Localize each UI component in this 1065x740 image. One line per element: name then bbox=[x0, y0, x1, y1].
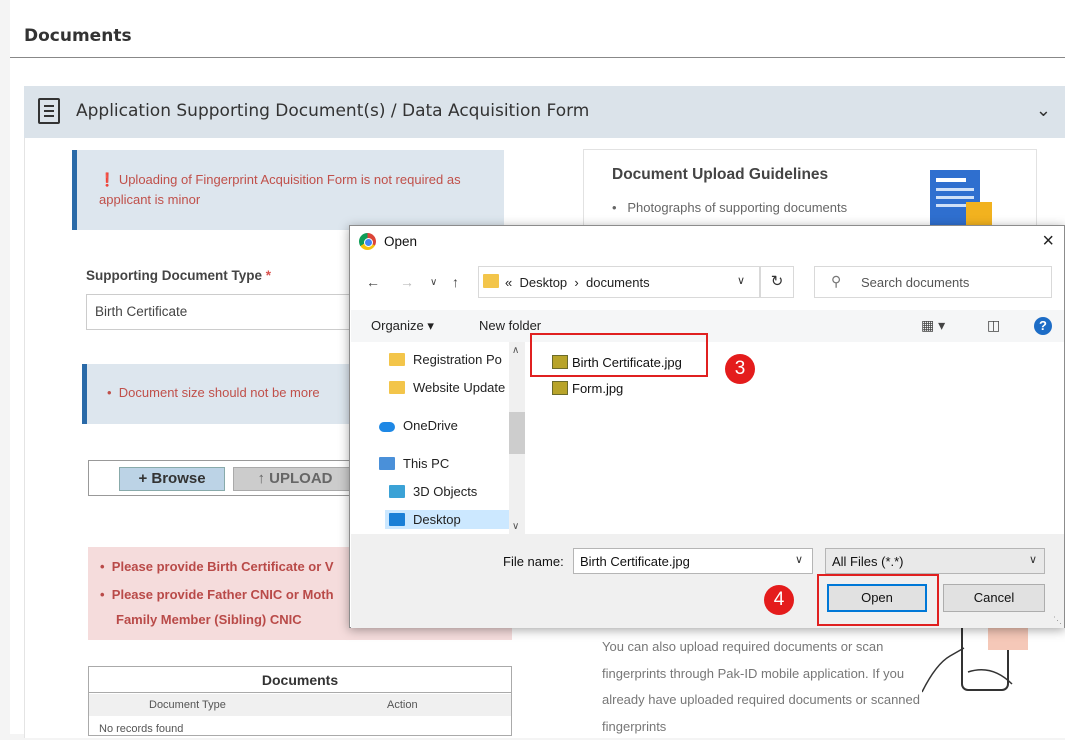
organize-menu[interactable]: Organize ▾ bbox=[371, 318, 434, 334]
search-placeholder: Search documents bbox=[861, 275, 970, 290]
address-bar[interactable]: « Desktop › documents ∨ bbox=[478, 266, 760, 298]
doc-type-select[interactable]: Birth Certificate bbox=[86, 294, 386, 330]
exclamation-icon: ❗ bbox=[99, 172, 116, 187]
dialog-footer: File name: Birth Certificate.jpg ∨ All F… bbox=[351, 534, 1064, 628]
sidebar-item-desktop[interactable]: Desktop bbox=[385, 510, 509, 529]
sidebar-item-website-update[interactable]: Website Update bbox=[389, 380, 505, 395]
page-title: Documents bbox=[24, 26, 132, 46]
info-note-text: Uploading of Fingerprint Acquisition For… bbox=[99, 172, 461, 207]
search-input[interactable]: ⚲ Search documents bbox=[814, 266, 1052, 298]
error-item: Family Member (Sibling) CNIC bbox=[116, 612, 302, 627]
dialog-title: Open bbox=[384, 234, 418, 249]
browse-button[interactable]: + Browse bbox=[119, 467, 225, 491]
guidelines-title: Document Upload Guidelines bbox=[612, 166, 829, 183]
section-header[interactable]: Application Supporting Document(s) / Dat… bbox=[24, 86, 1065, 138]
scrollbar[interactable]: ∧ ∨ bbox=[509, 342, 525, 534]
guideline-item: • Photographs of supporting documents bbox=[612, 200, 848, 215]
forward-arrow-icon[interactable]: → bbox=[400, 274, 414, 290]
recent-locations-icon[interactable]: ∨ bbox=[430, 277, 437, 288]
up-arrow-icon[interactable]: ↑ bbox=[452, 274, 459, 290]
chrome-icon bbox=[359, 233, 376, 250]
computer-icon bbox=[379, 457, 395, 470]
chevron-down-icon[interactable]: ∨ bbox=[512, 521, 519, 532]
upload-icon: ↑ bbox=[257, 470, 265, 487]
scrollbar-thumb[interactable] bbox=[509, 412, 525, 454]
refresh-icon[interactable]: ↻ bbox=[760, 266, 794, 298]
image-file-icon bbox=[552, 381, 568, 395]
new-folder-button[interactable]: New folder bbox=[479, 318, 541, 333]
close-icon[interactable]: × bbox=[1042, 230, 1054, 253]
mobile-app-note: You can also upload required documents o… bbox=[602, 639, 920, 734]
step-marker: 3 bbox=[725, 354, 755, 384]
chevron-up-icon[interactable]: ∧ bbox=[512, 345, 519, 356]
folder-icon bbox=[389, 381, 405, 394]
document-icon bbox=[38, 98, 60, 124]
required-mark: * bbox=[265, 268, 272, 283]
file-type-select[interactable]: All Files (*.*) bbox=[825, 548, 1045, 574]
help-icon[interactable]: ? bbox=[1034, 317, 1052, 335]
size-note: • Document size should not be more bbox=[82, 364, 382, 424]
cancel-button[interactable]: Cancel bbox=[943, 584, 1045, 612]
chevron-down-icon[interactable]: ∨ bbox=[1029, 553, 1037, 566]
file-name-input[interactable]: Birth Certificate.jpg bbox=[573, 548, 813, 574]
resize-grip-icon[interactable]: ⋱ bbox=[1053, 615, 1062, 626]
sidebar-item-this-pc[interactable]: This PC bbox=[379, 456, 449, 471]
sidebar-item-registration[interactable]: Registration Po bbox=[389, 352, 502, 367]
desktop-icon bbox=[389, 513, 405, 526]
section-title: Application Supporting Document(s) / Dat… bbox=[76, 101, 590, 121]
upload-controls: + Browse ↑ UPLOAD bbox=[88, 460, 388, 496]
folder-icon bbox=[483, 274, 499, 288]
table-header: Document Type Action bbox=[89, 694, 511, 716]
sidebar-item-3d-objects[interactable]: 3D Objects bbox=[389, 484, 477, 499]
cube-icon bbox=[389, 485, 405, 498]
error-item: • Please provide Father CNIC or Moth bbox=[100, 587, 334, 602]
cloud-icon bbox=[379, 422, 395, 432]
folder-icon bbox=[389, 353, 405, 366]
back-arrow-icon[interactable]: ← bbox=[366, 274, 380, 290]
documents-table-title: Documents bbox=[89, 667, 511, 693]
sidebar-item-onedrive[interactable]: OneDrive bbox=[379, 418, 458, 433]
chevron-down-icon[interactable]: ∨ bbox=[737, 274, 745, 287]
breadcrumb: « Desktop › documents bbox=[505, 275, 650, 290]
document-illustration-icon bbox=[930, 170, 992, 226]
documents-table: Documents Document Type Action No record… bbox=[88, 666, 512, 736]
divider bbox=[10, 57, 1065, 58]
chevron-down-icon[interactable]: ∨ bbox=[795, 553, 803, 566]
doc-type-label: Supporting Document Type * bbox=[86, 268, 272, 283]
preview-pane-icon[interactable]: ◫ bbox=[987, 317, 1000, 334]
search-icon: ⚲ bbox=[831, 273, 842, 289]
column-header: Action bbox=[387, 699, 418, 711]
navigation-pane: Registration Po Website Update OneDrive … bbox=[351, 342, 523, 534]
size-note-text: Document size should not be more bbox=[118, 385, 320, 400]
chevron-down-icon[interactable]: ⌄ bbox=[1036, 100, 1051, 121]
empty-message: No records found bbox=[99, 723, 184, 735]
step-marker: 4 bbox=[764, 585, 794, 615]
file-name-label: File name: bbox=[503, 554, 564, 569]
highlight-box bbox=[530, 333, 708, 377]
view-options-icon[interactable]: ▦ ▾ bbox=[921, 317, 945, 334]
file-item[interactable]: Form.jpg bbox=[552, 381, 623, 396]
upload-button[interactable]: ↑ UPLOAD bbox=[233, 467, 357, 491]
column-header: Document Type bbox=[149, 699, 226, 711]
error-item: • Please provide Birth Certificate or V bbox=[100, 559, 334, 574]
open-file-dialog: Open × ← → ∨ ↑ « Desktop › documents ∨ ↻… bbox=[349, 225, 1065, 628]
info-note: ❗ Uploading of Fingerprint Acquisition F… bbox=[72, 150, 504, 230]
highlight-box bbox=[817, 574, 939, 626]
